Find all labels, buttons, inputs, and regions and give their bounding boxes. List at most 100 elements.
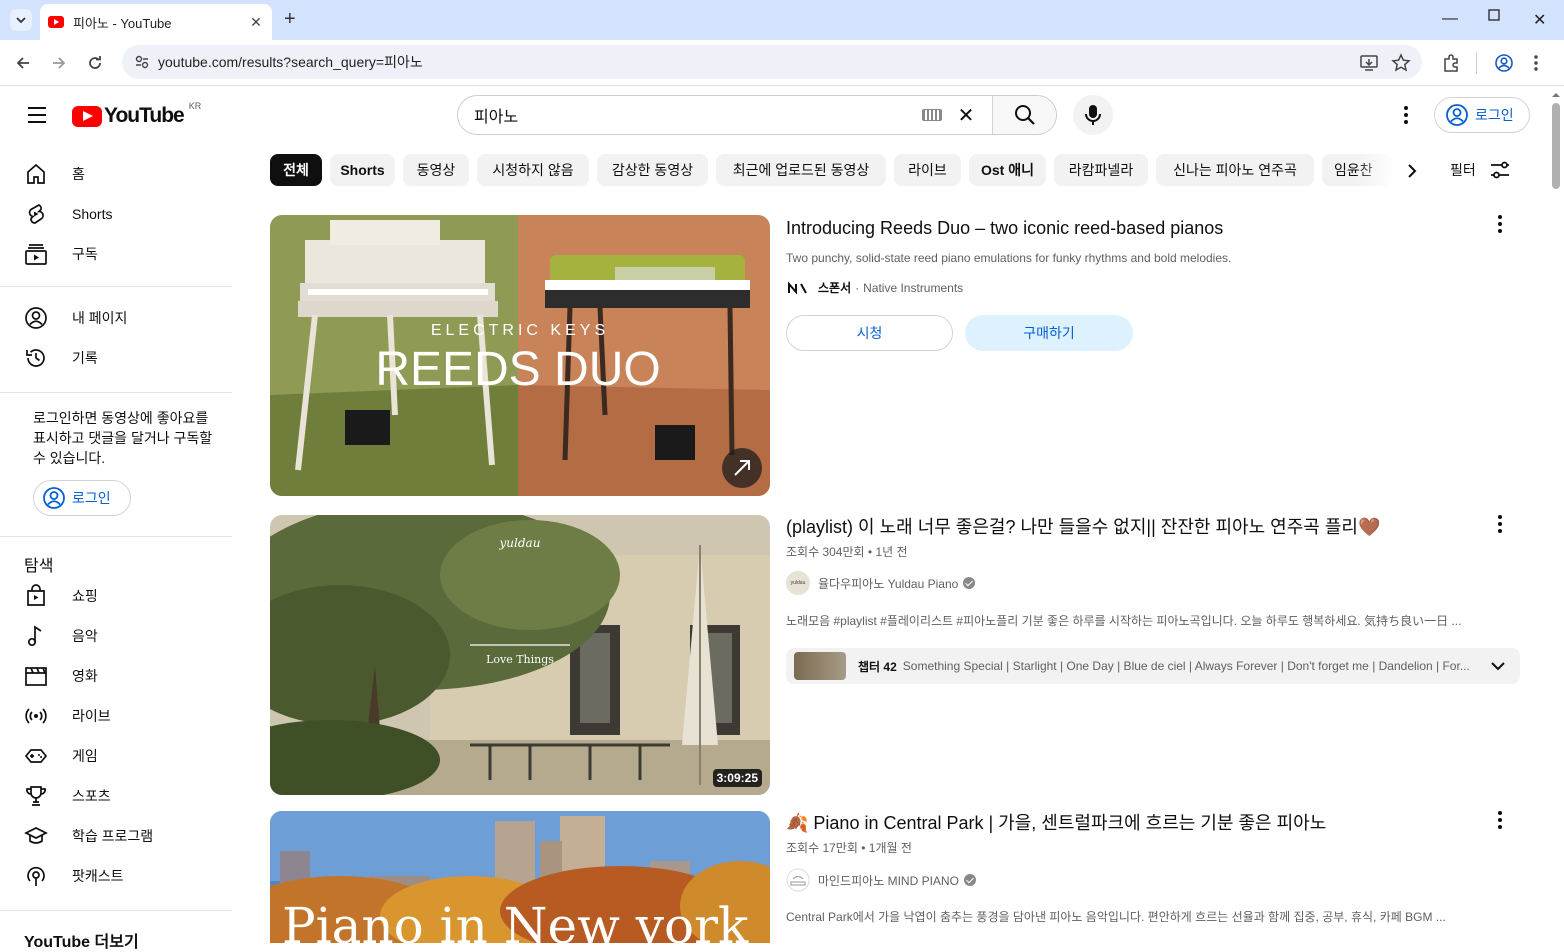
chip-fade — [1356, 150, 1398, 190]
channel-avatar-piano-icon[interactable] — [786, 868, 810, 892]
sidebar-item-shorts[interactable]: Shorts — [0, 194, 232, 234]
sponsor-label: 스폰서 — [818, 281, 852, 295]
ad-thumbnail[interactable]: ELECTRIC KEYS REEDS DUO — [270, 215, 770, 496]
maximize-button[interactable] — [1487, 8, 1501, 22]
movie-icon — [25, 667, 47, 686]
browser-tab[interactable]: 피아노 - YouTube ✕ — [40, 4, 272, 40]
chip-unwatched[interactable]: 시청하지 않음 — [477, 154, 589, 186]
ad-buy-button[interactable]: 구매하기 — [965, 315, 1133, 351]
chip-la-campanella[interactable]: 라캄파넬라 — [1054, 154, 1148, 186]
chip-ost-anime[interactable]: Ost 애니 — [969, 154, 1046, 186]
chips-next-button[interactable] — [1396, 158, 1428, 184]
chip-all[interactable]: 전체 — [270, 154, 322, 186]
chip-live[interactable]: 라이브 — [894, 154, 961, 186]
video1-title[interactable]: (playlist) 이 노래 너무 좋은걸? 나만 들을수 없지|| 잔잔한 … — [786, 514, 1380, 540]
video1-thumbnail[interactable]: yuldau Love Things 3:09:25 — [270, 515, 770, 795]
login-button[interactable]: 로그인 — [1434, 97, 1530, 133]
sidebar-item-label: Shorts — [72, 206, 113, 222]
subscriptions-icon — [25, 244, 47, 265]
chip-videos[interactable]: 동영상 — [403, 154, 469, 186]
scrollbar-thumb[interactable] — [1552, 103, 1560, 189]
sidebar-item-label: 학습 프로그램 — [72, 828, 154, 844]
chip-recently-uploaded[interactable]: 최근에 업로드된 동영상 — [716, 154, 886, 186]
sidebar-item-music[interactable]: 음악 — [0, 616, 232, 656]
minimize-button[interactable]: — — [1442, 10, 1458, 28]
sidebar-item-label: 내 페이지 — [72, 310, 128, 326]
bookmark-star-icon[interactable] — [1391, 53, 1411, 73]
search-button[interactable] — [992, 96, 1056, 134]
sidebar-item-movies[interactable]: 영화 — [0, 656, 232, 696]
extensions-icon[interactable] — [1441, 53, 1461, 73]
sidebar-item-subscriptions[interactable]: 구독 — [0, 234, 232, 274]
central-park-thumbnail-image: Piano in New york — [270, 811, 770, 943]
channel-avatar[interactable]: yuldau — [786, 571, 810, 595]
keyboard-icon[interactable] — [922, 109, 942, 121]
sidebar-item-gaming[interactable]: 게임 — [0, 736, 232, 776]
back-button[interactable] — [11, 51, 35, 75]
sidebar-item-shopping[interactable]: 쇼핑 — [0, 576, 232, 616]
hamburger-menu-icon[interactable] — [26, 104, 48, 126]
video2-title[interactable]: 🍂 Piano in Central Park | 가을, 센트럴파크에 흐르는… — [786, 810, 1326, 836]
sidebar-item-my-page[interactable]: 내 페이지 — [0, 298, 232, 338]
video2-channel-row[interactable]: 마인드피아노 MIND PIANO — [786, 868, 976, 892]
account-circle-icon — [43, 487, 65, 509]
sidebar-item-home[interactable]: 홈 — [0, 154, 232, 194]
install-app-icon[interactable] — [1359, 53, 1379, 73]
ad-description: Two punchy, solid-state reed piano emula… — [786, 251, 1232, 265]
ad-watch-button[interactable]: 시청 — [786, 315, 953, 351]
search-input[interactable] — [458, 96, 922, 134]
clear-search-icon[interactable]: ✕ — [954, 103, 978, 128]
sidebar-item-label: 홈 — [72, 166, 85, 182]
address-bar[interactable]: youtube.com/results?search_query=피아노 — [122, 45, 1422, 79]
sidebar-item-label: 구독 — [72, 246, 98, 262]
voice-search-button[interactable] — [1073, 95, 1113, 135]
profile-icon[interactable] — [1494, 53, 1514, 73]
tab-title: 피아노 - YouTube — [73, 15, 172, 31]
ad-title[interactable]: Introducing Reeds Duo – two iconic reed-… — [786, 215, 1223, 241]
chip-upbeat-piano[interactable]: 신나는 피아노 연주곡 — [1156, 154, 1314, 186]
youtube-logo[interactable]: YouTube KR — [72, 101, 201, 128]
ad-sponsor-row: 스폰서 · Native Instruments — [786, 279, 963, 296]
upload-age: 1년 전 — [875, 545, 908, 559]
channel-name[interactable]: 마인드피아노 MIND PIANO — [818, 872, 959, 889]
sidebar-item-sports[interactable]: 스포츠 — [0, 776, 232, 816]
settings-more-icon[interactable] — [1394, 103, 1418, 127]
learning-icon — [24, 827, 48, 844]
video2-thumbnail[interactable]: Piano in New york — [270, 811, 770, 943]
sidebar-item-learning[interactable]: 학습 프로그램 — [0, 816, 232, 856]
video1-more-actions-icon[interactable] — [1490, 512, 1510, 536]
yuldau-thumbnail-image: yuldau Love Things — [270, 515, 770, 795]
filter-button[interactable]: 필터 — [1450, 158, 1512, 182]
reload-button[interactable] — [83, 51, 107, 75]
shopping-icon — [27, 584, 45, 606]
ad-more-actions-icon[interactable] — [1490, 212, 1510, 236]
chip-watched[interactable]: 감상한 동영상 — [597, 154, 708, 186]
toolbar-divider — [1476, 52, 1477, 74]
channel-name[interactable]: 율다우피아노 Yuldau Piano — [818, 575, 958, 592]
music-icon — [27, 625, 42, 647]
new-tab-button[interactable]: + — [284, 8, 296, 30]
chapters-bar[interactable]: 챕터 42 Something Special | Starlight | On… — [786, 648, 1520, 684]
live-icon — [25, 708, 47, 724]
video2-more-actions-icon[interactable] — [1490, 808, 1510, 832]
sidebar-item-podcasts[interactable]: 팟캐스트 — [0, 856, 232, 896]
browser-menu-icon[interactable] — [1526, 53, 1546, 73]
chapter-thumbnail — [794, 652, 846, 680]
scroll-up-icon[interactable] — [1548, 89, 1564, 101]
chip-shorts[interactable]: Shorts — [330, 154, 395, 186]
sidebar-item-history[interactable]: 기록 — [0, 338, 232, 378]
page-scrollbar[interactable] — [1548, 87, 1564, 943]
site-settings-icon[interactable] — [134, 54, 150, 70]
tab-search-button[interactable] — [10, 9, 32, 31]
native-instruments-logo-icon — [788, 280, 807, 295]
tab-close-icon[interactable]: ✕ — [248, 14, 264, 31]
arrow-right-icon — [53, 57, 66, 69]
forward-button[interactable] — [47, 51, 71, 75]
chevron-down-icon[interactable] — [1490, 658, 1506, 674]
video1-channel-row[interactable]: yuldau 율다우피아노 Yuldau Piano — [786, 571, 976, 595]
sponsor-name[interactable]: Native Instruments — [863, 281, 963, 295]
close-window-button[interactable]: ✕ — [1533, 10, 1546, 30]
sidebar-item-label: 스포츠 — [72, 788, 111, 804]
sidebar-login-button[interactable]: 로그인 — [33, 480, 131, 516]
sidebar-item-live[interactable]: 라이브 — [0, 696, 232, 736]
